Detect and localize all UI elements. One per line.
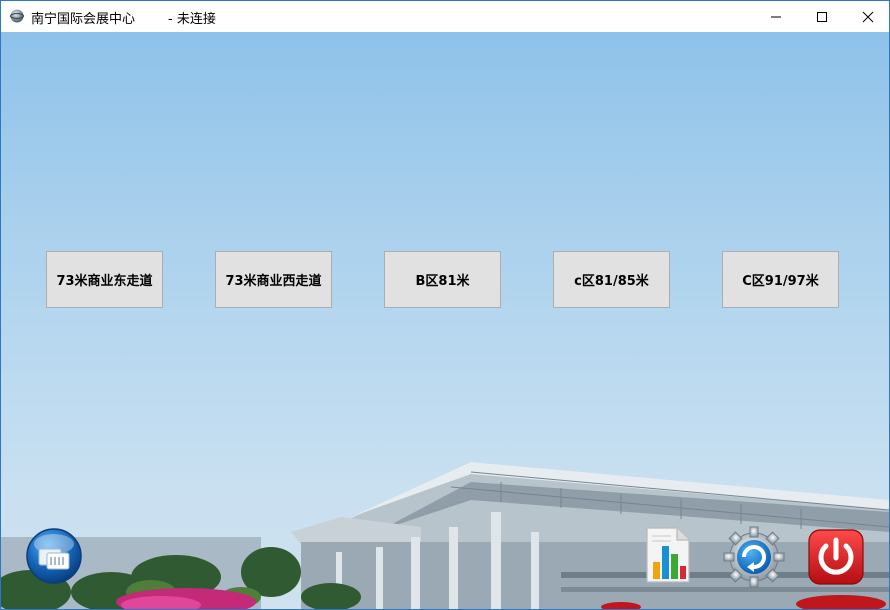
close-icon xyxy=(862,11,874,23)
zone-button-73-east[interactable]: 73米商业东走道 xyxy=(46,251,163,308)
background-photo: 73米商业东走道 73米商业西走道 B区81米 c区81/85米 C区91/97… xyxy=(1,32,889,609)
title-bar[interactable]: 南宁国际会展中心 - 未连接 xyxy=(1,1,889,32)
zone-button-c81-85[interactable]: c区81/85米 xyxy=(553,251,670,308)
window-title: 南宁国际会展中心 xyxy=(31,12,136,27)
close-button[interactable] xyxy=(845,1,889,32)
app-globe-icon xyxy=(10,9,24,23)
zone-button-c91-97[interactable]: C区91/97米 xyxy=(722,251,839,308)
maximize-icon xyxy=(817,12,827,22)
app-window: 南宁国际会展中心 - 未连接 73米商业东走道 73米商业西走道 B区81米 c… xyxy=(0,0,890,610)
connect-icon[interactable] xyxy=(25,527,83,585)
connection-status: - 未连接 xyxy=(168,12,216,27)
convention-center-photo xyxy=(1,462,889,609)
minimize-button[interactable] xyxy=(753,1,799,32)
power-icon[interactable] xyxy=(807,528,865,586)
zone-button-b81[interactable]: B区81米 xyxy=(384,251,501,308)
minimize-icon xyxy=(771,16,781,18)
zone-button-73-west[interactable]: 73米商业西走道 xyxy=(215,251,332,308)
maximize-button[interactable] xyxy=(799,1,845,32)
settings-gear-icon[interactable] xyxy=(723,526,785,588)
report-chart-icon[interactable] xyxy=(643,526,693,584)
